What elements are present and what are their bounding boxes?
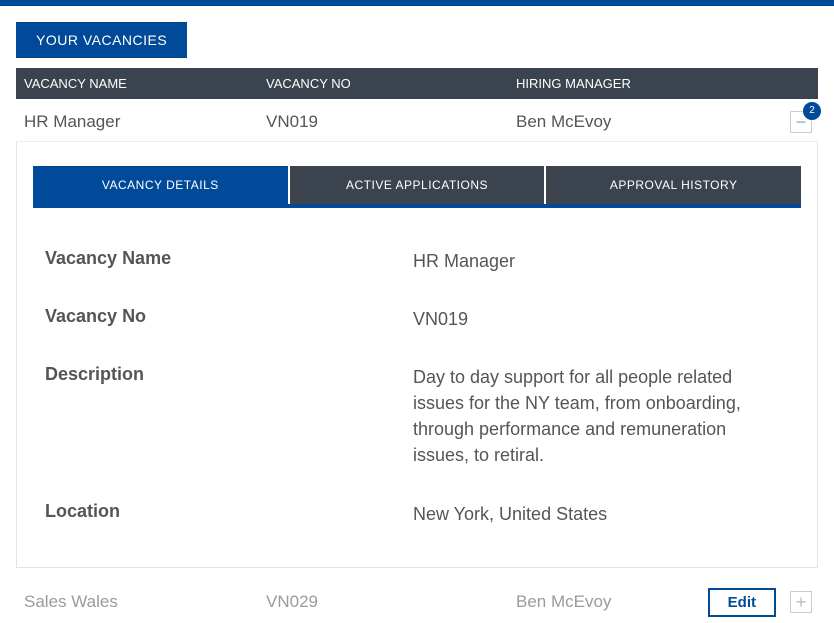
count-badge: 2: [803, 102, 821, 120]
plus-icon: +: [796, 593, 807, 611]
cell-name: HR Manager: [16, 112, 266, 132]
cell-mgr: Ben McEvoy: [516, 592, 698, 612]
header-row: YOUR VACANCIES: [0, 6, 834, 64]
field-row-no: Vacancy No VN019: [33, 306, 801, 332]
tab-vacancy-details[interactable]: VACANCY DETAILS: [33, 166, 288, 204]
your-vacancies-button[interactable]: YOUR VACANCIES: [16, 22, 187, 58]
field-value-name: HR Manager: [413, 248, 801, 274]
cell-mgr: Ben McEvoy: [516, 112, 758, 132]
tab-approval-history[interactable]: APPROVAL HISTORY: [546, 166, 801, 204]
field-value-no: VN019: [413, 306, 801, 332]
field-row-desc: Description Day to day support for all p…: [33, 364, 801, 468]
field-label-desc: Description: [33, 364, 413, 468]
table-row: HR Manager VN019 Ben McEvoy − 2: [16, 99, 818, 142]
tab-active-applications[interactable]: ACTIVE APPLICATIONS: [290, 166, 545, 204]
expand-button[interactable]: +: [790, 591, 812, 613]
tabs-underline: [33, 204, 801, 208]
col-header-mgr: HIRING MANAGER: [516, 76, 758, 91]
field-row-name: Vacancy Name HR Manager: [33, 248, 801, 274]
field-value-desc: Day to day support for all people relate…: [413, 364, 801, 468]
col-header-no: VACANCY NO: [266, 76, 516, 91]
field-row-loc: Location New York, United States: [33, 501, 801, 527]
cell-no: VN029: [266, 592, 516, 612]
cell-no: VN019: [266, 112, 516, 132]
field-value-loc: New York, United States: [413, 501, 801, 527]
col-header-name: VACANCY NAME: [16, 76, 266, 91]
field-label-no: Vacancy No: [33, 306, 413, 332]
cell-name: Sales Wales: [16, 592, 266, 612]
tabs: VACANCY DETAILS ACTIVE APPLICATIONS APPR…: [33, 166, 801, 204]
table-row: Sales Wales VN029 Ben McEvoy Edit +: [16, 576, 818, 621]
collapse-button[interactable]: − 2: [790, 111, 812, 133]
edit-button[interactable]: Edit: [708, 588, 776, 617]
field-label-loc: Location: [33, 501, 413, 527]
details-panel: VACANCY DETAILS ACTIVE APPLICATIONS APPR…: [16, 142, 818, 568]
table-header: VACANCY NAME VACANCY NO HIRING MANAGER: [16, 68, 818, 99]
field-label-name: Vacancy Name: [33, 248, 413, 274]
